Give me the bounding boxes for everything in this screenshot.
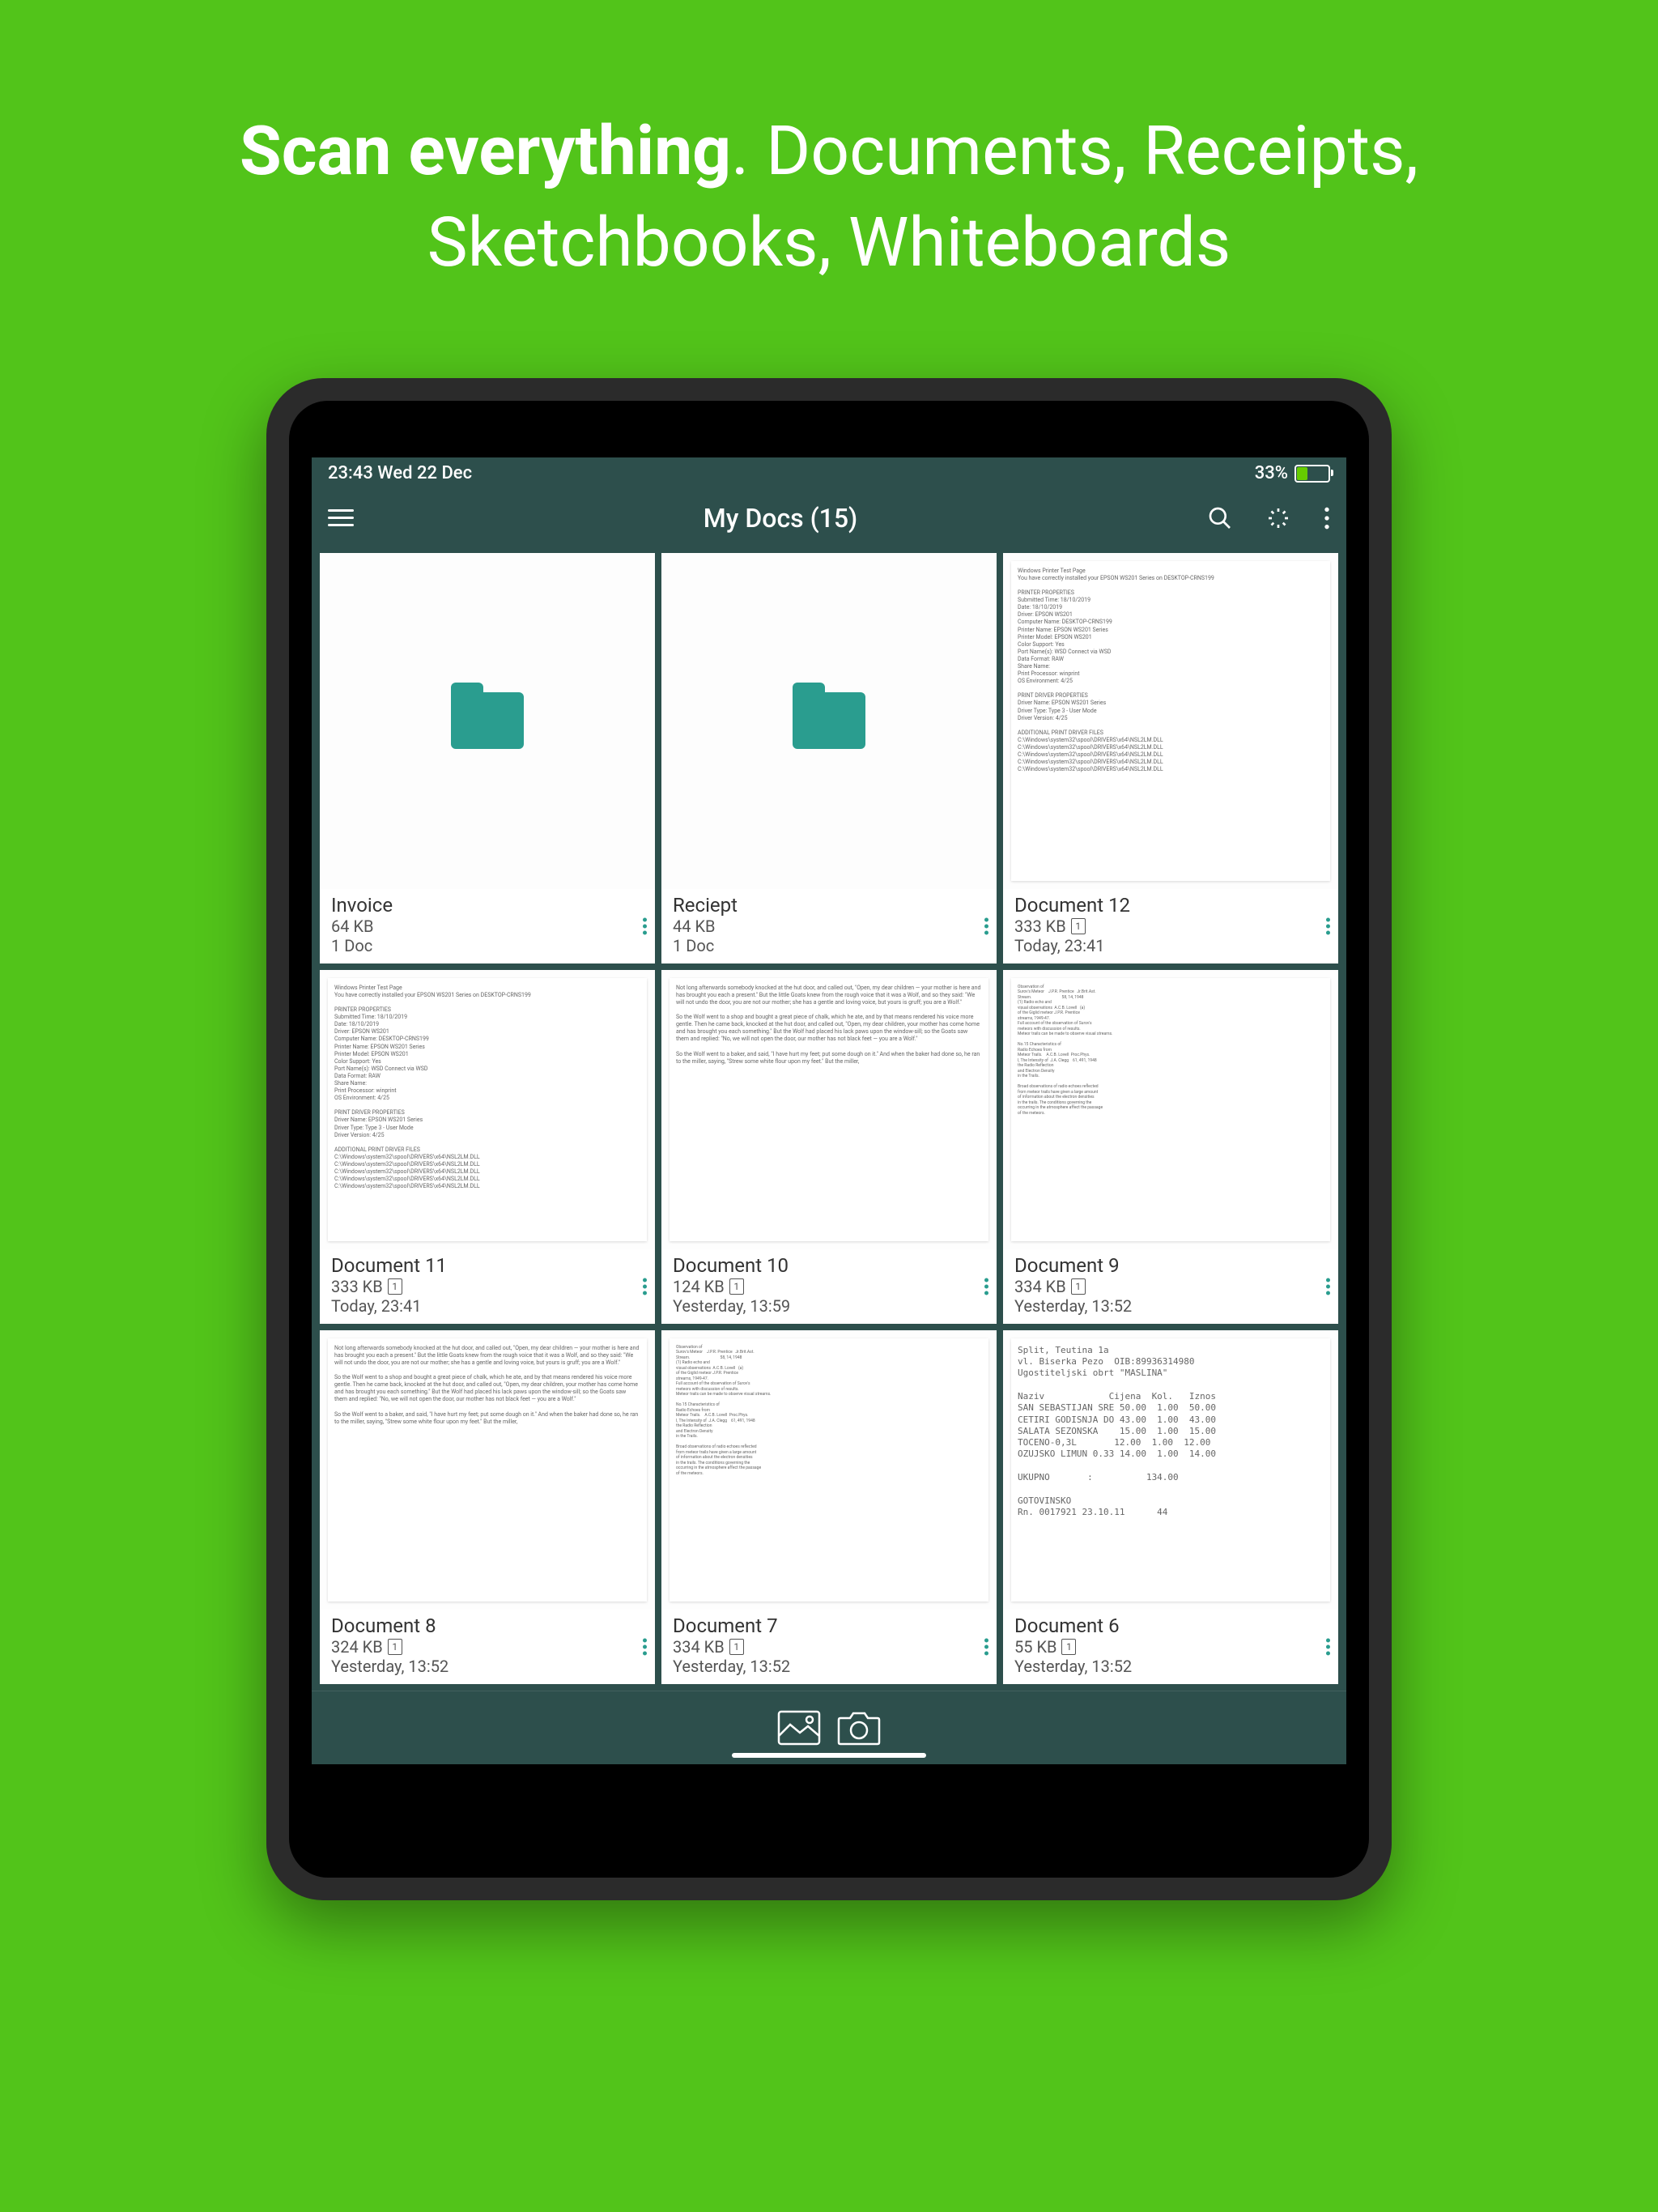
tile-title: Document 10 (673, 1254, 985, 1277)
doc-preview-text: Observation of Surov's Meteor J.P.R. Pre… (1011, 978, 1330, 1241)
tile-thumbnail: Not long afterwards somebody knocked at … (661, 970, 997, 1249)
tile-size: 324 KB 1 (331, 1637, 644, 1657)
tile-size: 333 KB 1 (1014, 917, 1327, 936)
page-count-badge: 1 (729, 1639, 744, 1655)
tile-size: 44 KB (673, 917, 985, 936)
tile-date: 1 Doc (331, 936, 644, 955)
tile-thumbnail: Windows Printer Test Page You have corre… (320, 970, 655, 1249)
tile-date: Yesterday, 13:52 (1014, 1296, 1327, 1316)
tile-overflow-icon[interactable] (984, 1278, 988, 1295)
document-tile[interactable]: Not long afterwards somebody knocked at … (661, 970, 997, 1324)
tile-date: Yesterday, 13:52 (331, 1657, 644, 1676)
folder-icon (793, 692, 865, 749)
tile-meta: Document 12333 KB 1Today, 23:41 (1003, 889, 1338, 963)
tile-meta: Document 7334 KB 1Yesterday, 13:52 (661, 1610, 997, 1684)
overflow-icon[interactable] (1324, 505, 1330, 531)
document-tile[interactable]: Split, Teutina 1a vl. Biserka Pezo OIB:8… (1003, 1330, 1338, 1684)
tile-meta: Document 8324 KB 1Yesterday, 13:52 (320, 1610, 655, 1684)
tile-overflow-icon[interactable] (643, 1278, 647, 1295)
tile-date: Today, 23:41 (331, 1296, 644, 1316)
document-tile[interactable]: Not long afterwards somebody knocked at … (320, 1330, 655, 1684)
tile-thumbnail (320, 553, 655, 889)
tile-title: Document 8 (331, 1614, 644, 1637)
tile-date: Yesterday, 13:59 (673, 1296, 985, 1316)
tile-thumbnail (661, 553, 997, 889)
tile-thumbnail: Observation of Surov's Meteor J.P.R. Pre… (661, 1330, 997, 1610)
doc-preview-text: Not long afterwards somebody knocked at … (670, 978, 988, 1241)
gallery-icon[interactable] (777, 1710, 821, 1746)
status-time: 23:43 Wed 22 Dec (328, 463, 472, 483)
tile-overflow-icon[interactable] (643, 1638, 647, 1655)
tile-title: Document 11 (331, 1254, 644, 1277)
page-count-badge: 1 (729, 1278, 744, 1295)
tile-thumbnail: Windows Printer Test Page You have corre… (1003, 553, 1338, 889)
tile-thumbnail: Split, Teutina 1a vl. Biserka Pezo OIB:8… (1003, 1330, 1338, 1610)
page-count-badge: 1 (388, 1278, 402, 1295)
page-count-badge: 1 (388, 1639, 402, 1655)
tile-meta: Document 11333 KB 1Today, 23:41 (320, 1249, 655, 1324)
menu-icon[interactable] (328, 509, 354, 526)
battery-icon (1295, 465, 1330, 483)
tile-size: 333 KB 1 (331, 1277, 644, 1296)
camera-icon[interactable] (837, 1710, 881, 1746)
tile-date: Yesterday, 13:52 (1014, 1657, 1327, 1676)
tile-date: Yesterday, 13:52 (673, 1657, 985, 1676)
document-tile[interactable]: Windows Printer Test Page You have corre… (1003, 553, 1338, 963)
tablet-device: 23:43 Wed 22 Dec 33% My Docs (15) Invoic… (266, 378, 1392, 1900)
tile-overflow-icon[interactable] (643, 917, 647, 934)
hero-text: Scan everything. Documents, Receipts, Sk… (0, 0, 1658, 321)
battery-percent: 33% (1255, 463, 1288, 483)
tile-size: 124 KB 1 (673, 1277, 985, 1296)
document-tile[interactable]: Windows Printer Test Page You have corre… (320, 970, 655, 1324)
folder-icon (451, 692, 524, 749)
sync-icon[interactable] (1265, 505, 1291, 531)
doc-preview-text: Windows Printer Test Page You have corre… (328, 978, 647, 1241)
tile-size: 334 KB 1 (1014, 1277, 1327, 1296)
app-screen: 23:43 Wed 22 Dec 33% My Docs (15) Invoic… (312, 457, 1346, 1764)
document-tile[interactable]: Observation of Surov's Meteor J.P.R. Pre… (661, 1330, 997, 1684)
tile-date: 1 Doc (673, 936, 985, 955)
tile-meta: Invoice64 KB 1 Doc (320, 889, 655, 963)
tile-title: Document 6 (1014, 1614, 1327, 1637)
tile-title: Document 12 (1014, 894, 1327, 917)
document-tile[interactable]: Reciept44 KB 1 Doc (661, 553, 997, 963)
tile-meta: Document 9334 KB 1Yesterday, 13:52 (1003, 1249, 1338, 1324)
tile-overflow-icon[interactable] (984, 917, 988, 934)
page-count-badge: 1 (1071, 918, 1086, 934)
doc-preview-text: Split, Teutina 1a vl. Biserka Pezo OIB:8… (1011, 1338, 1330, 1602)
tile-title: Document 9 (1014, 1254, 1327, 1277)
page-count-badge: 1 (1061, 1639, 1076, 1655)
document-grid: Invoice64 KB 1 DocReciept44 KB 1 DocWind… (312, 547, 1346, 1691)
tile-overflow-icon[interactable] (1326, 917, 1330, 934)
tile-title: Document 7 (673, 1614, 985, 1637)
status-bar: 23:43 Wed 22 Dec 33% (312, 457, 1346, 490)
tile-thumbnail: Not long afterwards somebody knocked at … (320, 1330, 655, 1610)
document-tile[interactable]: Observation of Surov's Meteor J.P.R. Pre… (1003, 970, 1338, 1324)
tile-title: Invoice (331, 894, 644, 917)
tile-size: 64 KB (331, 917, 644, 936)
header-title: My Docs (15) (354, 503, 1207, 534)
document-tile[interactable]: Invoice64 KB 1 Doc (320, 553, 655, 963)
tile-meta: Document 10124 KB 1Yesterday, 13:59 (661, 1249, 997, 1324)
doc-preview-text: Not long afterwards somebody knocked at … (328, 1338, 647, 1602)
app-header: My Docs (15) (312, 490, 1346, 547)
home-indicator (732, 1753, 926, 1758)
tile-overflow-icon[interactable] (984, 1638, 988, 1655)
tile-size: 55 KB 1 (1014, 1637, 1327, 1657)
page-count-badge: 1 (1071, 1278, 1086, 1295)
tile-meta: Reciept44 KB 1 Doc (661, 889, 997, 963)
doc-preview-text: Observation of Surov's Meteor J.P.R. Pre… (670, 1338, 988, 1602)
tile-date: Today, 23:41 (1014, 936, 1327, 955)
tile-size: 334 KB 1 (673, 1637, 985, 1657)
doc-preview-text: Windows Printer Test Page You have corre… (1011, 561, 1330, 881)
tile-meta: Document 655 KB 1Yesterday, 13:52 (1003, 1610, 1338, 1684)
tile-overflow-icon[interactable] (1326, 1638, 1330, 1655)
tile-title: Reciept (673, 894, 985, 917)
tile-overflow-icon[interactable] (1326, 1278, 1330, 1295)
tile-thumbnail: Observation of Surov's Meteor J.P.R. Pre… (1003, 970, 1338, 1249)
search-icon[interactable] (1207, 505, 1233, 531)
